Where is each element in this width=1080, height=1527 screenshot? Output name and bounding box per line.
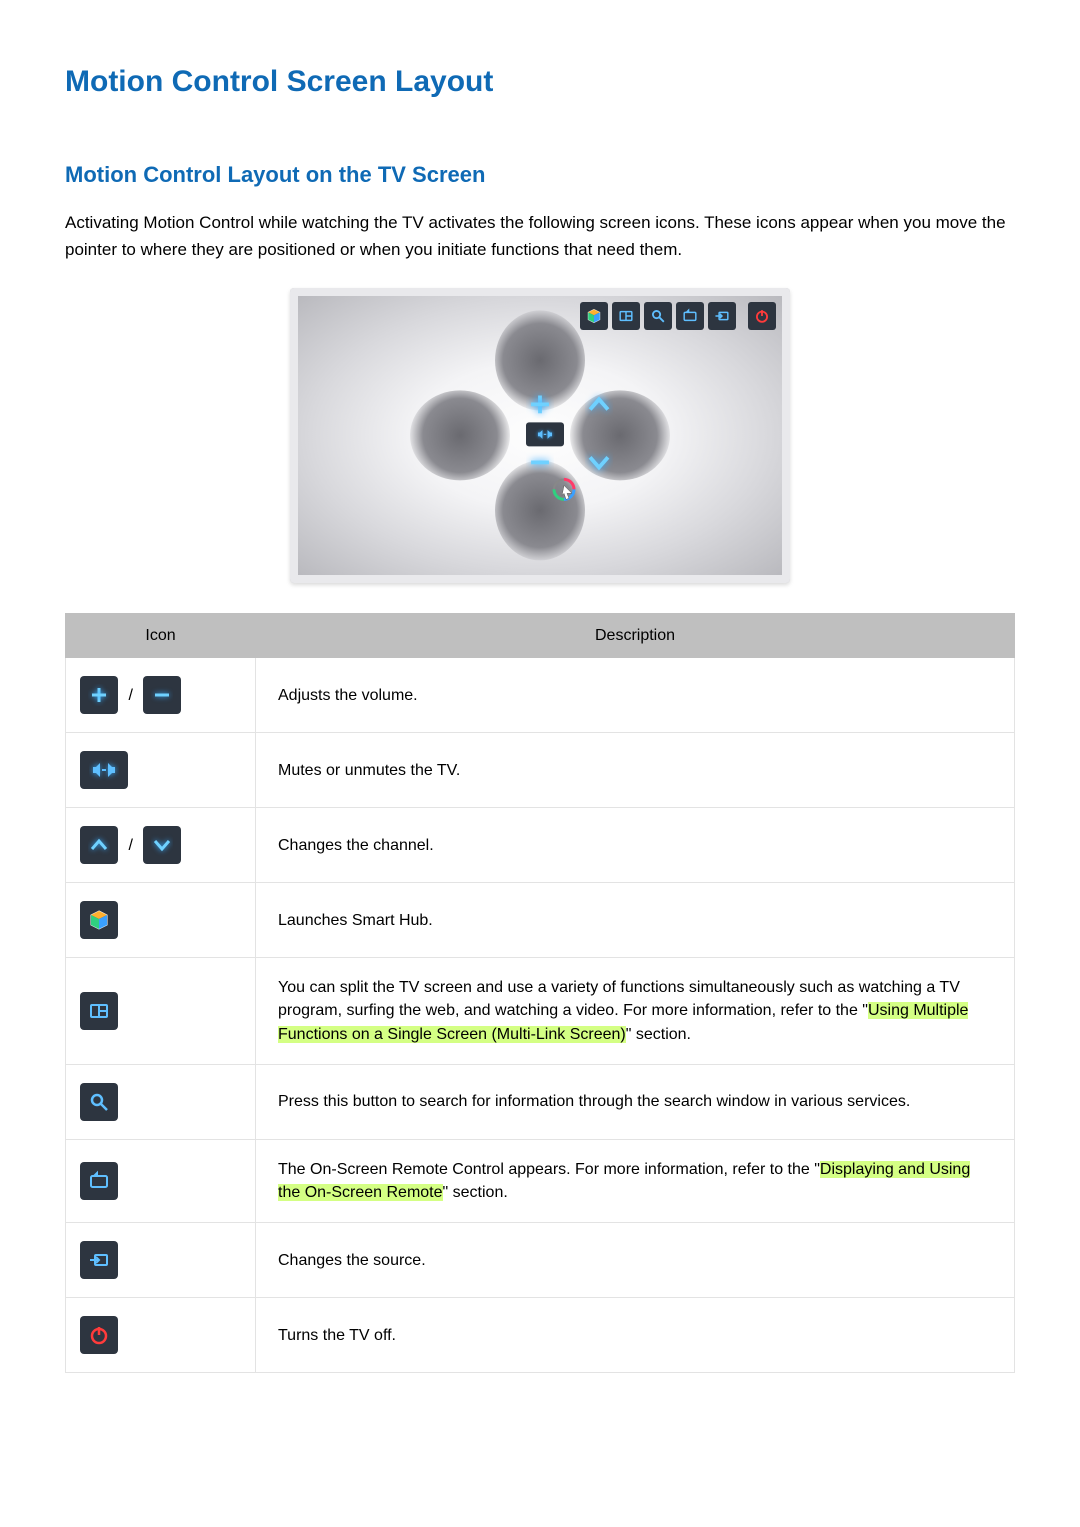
page-title: Motion Control Screen Layout [65,60,1015,104]
remote-icon [80,1162,118,1200]
icon-separator: / [122,834,138,857]
row-desc: Press this button to search for informat… [256,1064,1015,1139]
row-desc: Turns the TV off. [256,1298,1015,1373]
pointer-cursor-icon [550,475,578,503]
table-row: Turns the TV off. [66,1298,1015,1373]
mute-icon [80,751,128,789]
table-row: Changes the source. [66,1223,1015,1298]
row-desc: Mutes or unmutes the TV. [256,733,1015,808]
row-desc: The On-Screen Remote Control appears. Fo… [256,1139,1015,1222]
th-icon: Icon [66,614,256,658]
multilink-icon [80,992,118,1030]
toolbar-power-icon [748,302,776,330]
icon-separator: / [122,684,138,707]
dpad-up-icon [585,390,613,418]
desc-text-post: " section. [443,1184,508,1201]
desc-text-post: " section. [626,1026,691,1043]
toolbar-search-icon [644,302,672,330]
power-icon [80,1316,118,1354]
toolbar-smarthub-icon [580,302,608,330]
desc-text-pre: You can split the TV screen and use a va… [278,979,960,1019]
row-desc: Changes the source. [256,1223,1015,1298]
plus-icon [80,676,118,714]
table-row: You can split the TV screen and use a va… [66,958,1015,1065]
dpad-minus-icon [526,448,554,476]
table-row: Launches Smart Hub. [66,883,1015,958]
chevron-down-icon [143,826,181,864]
toolbar-multilink-icon [612,302,640,330]
th-desc: Description [256,614,1015,658]
smarthub-icon [80,901,118,939]
row-desc: Launches Smart Hub. [256,883,1015,958]
toolbar-remote-icon [676,302,704,330]
desc-text-pre: The On-Screen Remote Control appears. Fo… [278,1161,820,1178]
toolbar-source-icon [708,302,736,330]
source-icon [80,1241,118,1279]
icon-description-table: Icon Description / Adjusts the volume. M… [65,613,1015,1373]
row-desc: Changes the channel. [256,808,1015,883]
table-row: Press this button to search for informat… [66,1064,1015,1139]
search-icon [80,1083,118,1121]
section-title: Motion Control Layout on the TV Screen [65,159,1015,191]
chevron-up-icon [80,826,118,864]
dpad-plus-icon [526,390,554,418]
minus-icon [143,676,181,714]
dpad-mute-icon [526,422,564,446]
table-row: Mutes or unmutes the TV. [66,733,1015,808]
tv-illustration [290,288,790,583]
dpad-down-icon [585,448,613,476]
row-desc: You can split the TV screen and use a va… [256,958,1015,1065]
table-row: The On-Screen Remote Control appears. Fo… [66,1139,1015,1222]
intro-paragraph: Activating Motion Control while watching… [65,210,1015,263]
table-row: / Changes the channel. [66,808,1015,883]
row-desc: Adjusts the volume. [256,658,1015,733]
table-row: / Adjusts the volume. [66,658,1015,733]
